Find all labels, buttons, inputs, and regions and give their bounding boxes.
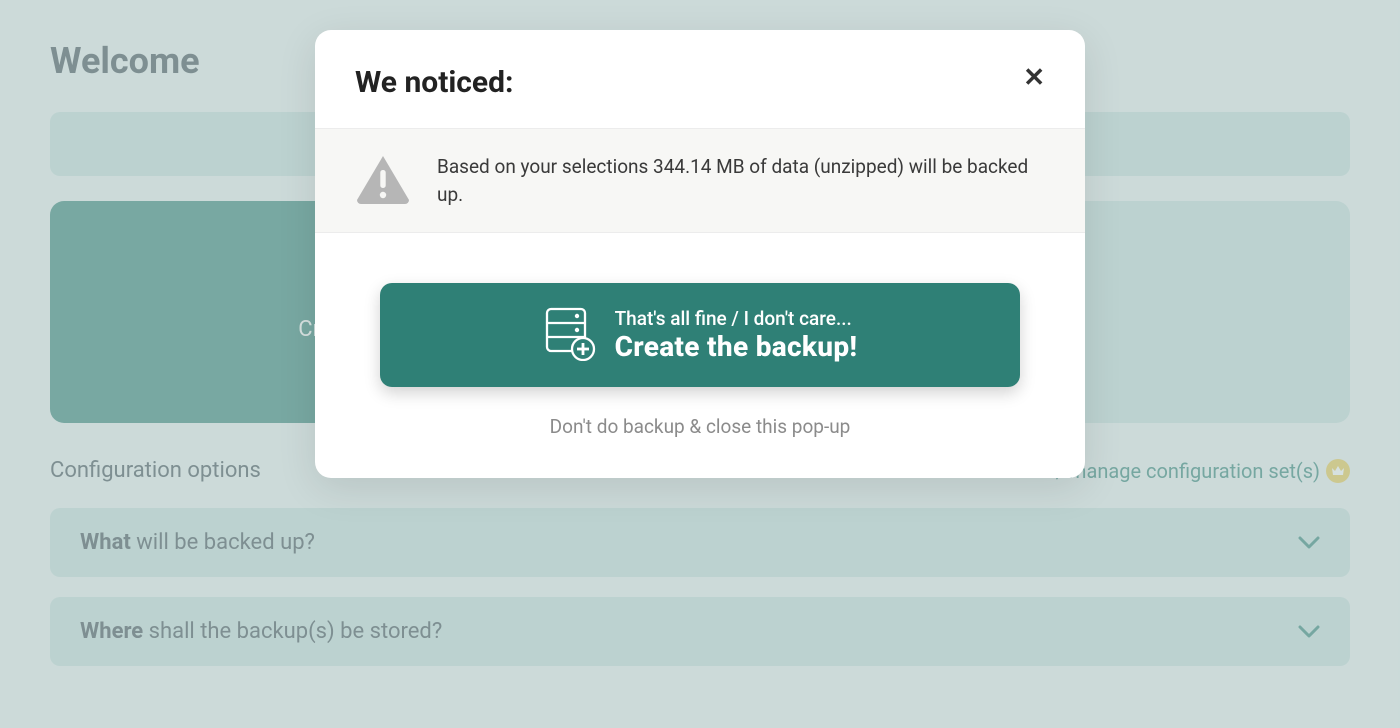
modal: We noticed: ✕ Based on your selections 3… xyxy=(315,30,1085,478)
modal-title: We noticed: xyxy=(355,65,513,100)
modal-notice-text: Based on your selections 344.14 MB of da… xyxy=(437,153,1045,208)
create-backup-button-text: That's all fine / I don't care... Create… xyxy=(615,307,858,363)
warning-icon xyxy=(355,154,411,208)
modal-header: We noticed: ✕ xyxy=(315,30,1085,128)
modal-body: That's all fine / I don't care... Create… xyxy=(315,233,1085,478)
close-icon[interactable]: ✕ xyxy=(1023,65,1045,91)
modal-notice: Based on your selections 344.14 MB of da… xyxy=(315,128,1085,233)
modal-overlay: We noticed: ✕ Based on your selections 3… xyxy=(0,0,1400,728)
cancel-backup-link[interactable]: Don't do backup & close this pop-up xyxy=(380,415,1020,438)
create-backup-button[interactable]: That's all fine / I don't care... Create… xyxy=(380,283,1020,387)
server-plus-icon xyxy=(543,305,597,365)
